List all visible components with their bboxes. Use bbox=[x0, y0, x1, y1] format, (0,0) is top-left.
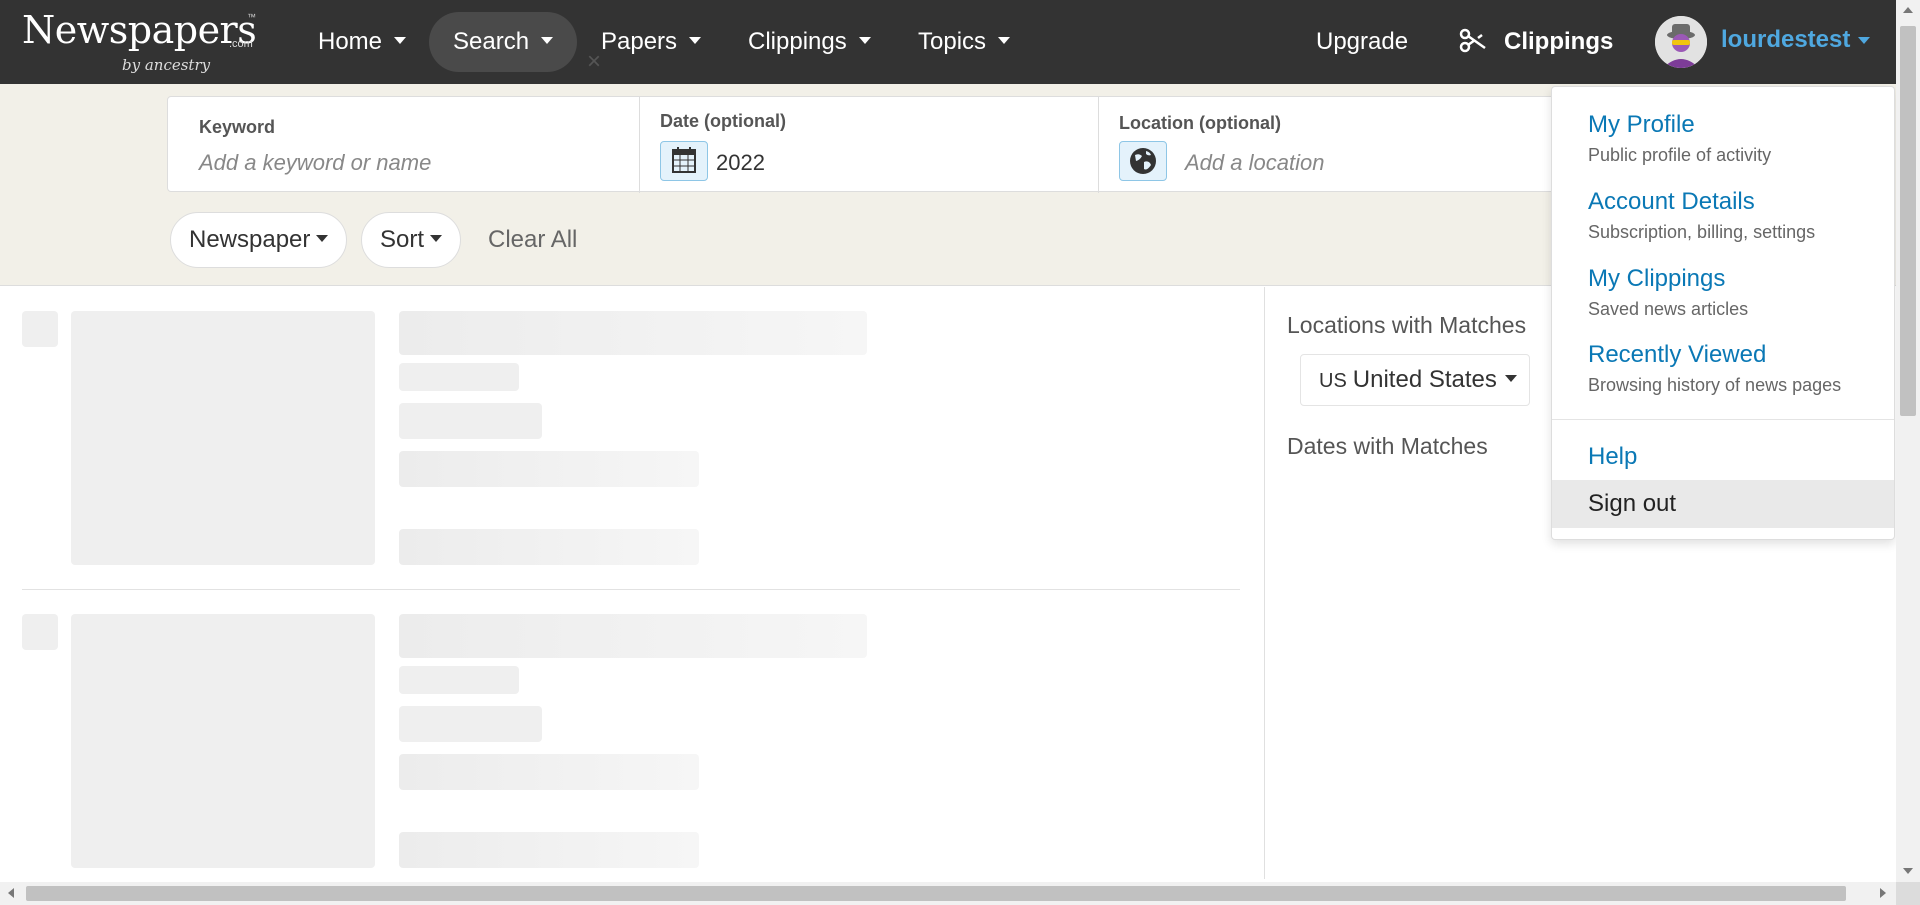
nav-topics-label: Topics bbox=[918, 28, 987, 55]
menu-item-title: Help bbox=[1588, 443, 1638, 470]
horizontal-scroll-thumb[interactable] bbox=[26, 886, 1846, 901]
user-avatar-icon bbox=[1655, 16, 1707, 68]
vertical-scrollbar[interactable] bbox=[1896, 0, 1920, 882]
location-input[interactable]: Add a location bbox=[1185, 150, 1324, 176]
date-field[interactable]: Date (optional) 2022 × bbox=[587, 48, 1098, 193]
country-code: US bbox=[1319, 370, 1347, 392]
chevron-down-icon bbox=[1858, 37, 1871, 45]
keyword-field[interactable]: Keyword Add a keyword or name bbox=[168, 97, 639, 193]
date-label: Date (optional) bbox=[660, 111, 786, 131]
menu-item-sign-out[interactable]: Sign out bbox=[1552, 480, 1894, 528]
logo-trademark: ™ bbox=[247, 12, 256, 22]
globe-icon bbox=[1130, 148, 1156, 174]
chevron-down-icon bbox=[998, 37, 1011, 45]
skeleton-line bbox=[399, 832, 699, 868]
skeleton-checkbox bbox=[22, 311, 58, 347]
chevron-down-icon bbox=[1504, 375, 1517, 383]
user-dropdown-menu: My Profile Public profile of activity Ac… bbox=[1551, 86, 1895, 540]
country-name: United States bbox=[1352, 366, 1497, 393]
horizontal-scrollbar[interactable] bbox=[0, 882, 1896, 905]
menu-item-my-clippings[interactable]: My Clippings Saved news articles bbox=[1552, 265, 1894, 320]
country-filter-button[interactable]: US United States bbox=[1300, 354, 1530, 406]
skeleton-line bbox=[399, 363, 519, 391]
scroll-up-icon[interactable] bbox=[1903, 7, 1913, 13]
skeleton-title bbox=[399, 614, 867, 658]
menu-item-subtitle: Browsing history of news pages bbox=[1588, 375, 1842, 395]
menu-item-account-details[interactable]: Account Details Subscription, billing, s… bbox=[1552, 188, 1894, 243]
nav-clippings[interactable]: Clippings bbox=[724, 12, 895, 72]
username-label: lourdestest bbox=[1721, 26, 1851, 53]
results-list bbox=[0, 287, 1264, 879]
search-form: Keyword Add a keyword or name Date (opti… bbox=[167, 48, 1727, 193]
skeleton-checkbox bbox=[22, 614, 58, 650]
nav-search[interactable]: Search bbox=[429, 12, 578, 72]
calendar-button[interactable] bbox=[660, 141, 708, 181]
avatar bbox=[1655, 16, 1707, 68]
nav-topics[interactable]: Topics bbox=[894, 12, 1034, 72]
skeleton-line bbox=[399, 403, 542, 439]
menu-item-subtitle: Public profile of activity bbox=[1588, 145, 1772, 165]
newspapers-logo[interactable]: Newspapers ™ .com by ancestry bbox=[22, 8, 262, 76]
scissors-icon bbox=[1459, 28, 1486, 53]
locations-with-matches-title: Locations with Matches bbox=[1287, 312, 1527, 338]
vertical-scroll-thumb[interactable] bbox=[1900, 26, 1916, 416]
clippings-link[interactable]: Clippings bbox=[1458, 12, 1613, 72]
menu-item-subtitle: Subscription, billing, settings bbox=[1588, 222, 1816, 242]
menu-divider bbox=[1552, 419, 1894, 420]
sort-label: Sort bbox=[380, 226, 425, 253]
skeleton-line bbox=[399, 529, 699, 565]
skeleton-line bbox=[399, 451, 699, 487]
username: lourdestest bbox=[1721, 26, 1871, 54]
newspaper-filter-button[interactable]: Newspaper bbox=[170, 212, 348, 268]
menu-item-title: My Profile bbox=[1588, 111, 1695, 138]
keyword-input[interactable]: Add a keyword or name bbox=[199, 150, 431, 176]
clear-all-button[interactable]: Clear All bbox=[488, 212, 577, 268]
skeleton-line bbox=[399, 706, 542, 742]
calendar-icon bbox=[672, 147, 696, 173]
scroll-down-icon[interactable] bbox=[1903, 868, 1913, 874]
menu-item-help[interactable]: Help bbox=[1552, 443, 1894, 471]
logo-by-ancestry: by ancestry bbox=[122, 56, 211, 74]
menu-item-my-profile[interactable]: My Profile Public profile of activity bbox=[1552, 111, 1894, 166]
nav-home-label: Home bbox=[318, 28, 383, 55]
dates-with-matches-title: Dates with Matches bbox=[1287, 433, 1488, 459]
menu-item-recently-viewed[interactable]: Recently Viewed Browsing history of news… bbox=[1552, 341, 1894, 396]
location-globe-button[interactable] bbox=[1119, 141, 1167, 181]
logo-brand: Newspapers bbox=[22, 8, 257, 52]
clippings-link-label: Clippings bbox=[1504, 28, 1614, 55]
skeleton-line bbox=[399, 666, 519, 694]
skeleton-thumbnail bbox=[71, 614, 375, 868]
nav-home[interactable]: Home bbox=[294, 12, 430, 72]
scroll-right-icon[interactable] bbox=[1880, 888, 1886, 898]
clear-date-button[interactable]: × bbox=[587, 48, 601, 76]
location-label: Location (optional) bbox=[1119, 113, 1281, 133]
chevron-down-icon bbox=[689, 37, 702, 45]
date-input[interactable]: 2022 bbox=[716, 150, 765, 176]
menu-item-title: Recently Viewed bbox=[1588, 341, 1767, 368]
sort-button[interactable]: Sort bbox=[361, 212, 462, 268]
top-navbar: Newspapers ™ .com by ancestry Home Searc… bbox=[0, 0, 1896, 84]
chevron-down-icon bbox=[316, 235, 329, 243]
menu-item-title: Sign out bbox=[1588, 490, 1677, 517]
menu-item-title: Account Details bbox=[1588, 188, 1755, 215]
scrollbar-corner bbox=[1896, 882, 1920, 905]
result-divider bbox=[22, 589, 1240, 590]
nav-clippings-label: Clippings bbox=[748, 28, 847, 55]
newspaper-filter-label: Newspaper bbox=[189, 226, 311, 253]
skeleton-thumbnail bbox=[71, 311, 375, 565]
keyword-label: Keyword bbox=[199, 117, 276, 137]
upgrade-link[interactable]: Upgrade bbox=[1316, 12, 1408, 72]
skeleton-title bbox=[399, 311, 867, 355]
skeleton-line bbox=[399, 754, 699, 790]
nav-search-label: Search bbox=[453, 28, 530, 55]
chevron-down-icon bbox=[430, 235, 443, 243]
menu-item-title: My Clippings bbox=[1588, 265, 1726, 292]
menu-item-subtitle: Saved news articles bbox=[1588, 299, 1749, 319]
chevron-down-icon bbox=[541, 37, 554, 45]
scroll-left-icon[interactable] bbox=[8, 888, 14, 898]
logo-com: .com bbox=[229, 38, 253, 50]
chevron-down-icon bbox=[394, 37, 407, 45]
nav-papers-label: Papers bbox=[601, 28, 678, 55]
chevron-down-icon bbox=[858, 37, 871, 45]
